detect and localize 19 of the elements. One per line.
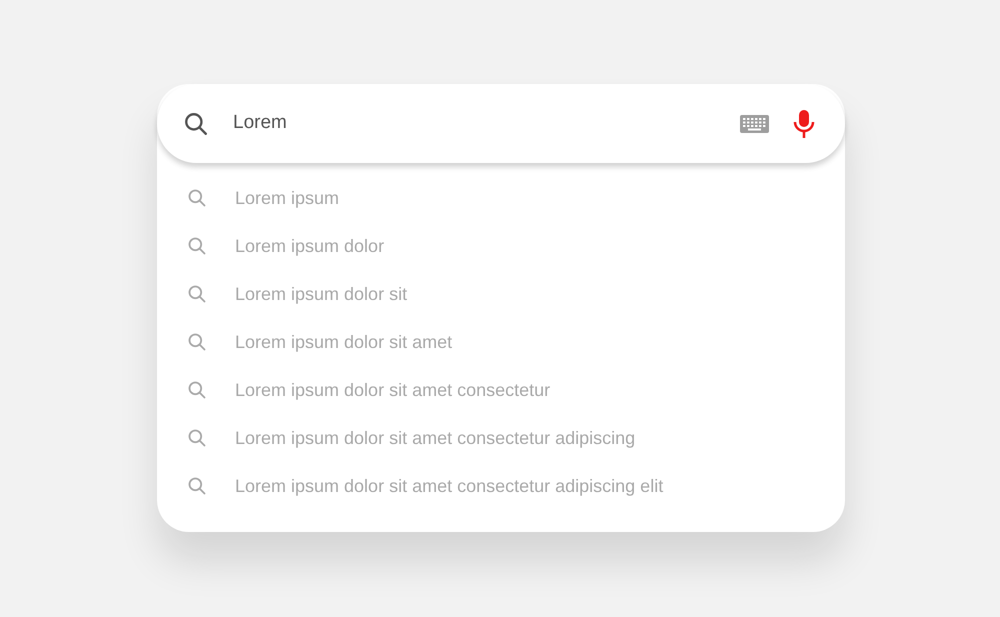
search-icon [187,380,207,400]
suggestion-item[interactable]: Lorem ipsum dolor sit amet consectetur adipiscing elit [157,462,845,510]
keyboard-icon[interactable] [740,114,769,132]
suggestion-item[interactable]: Lorem ipsum dolor sit amet [157,318,845,366]
search-icon [187,476,207,496]
suggestion-item[interactable]: Lorem ipsum dolor sit [157,270,845,318]
microphone-icon[interactable] [793,108,815,138]
search-bar[interactable]: Lorem [157,84,845,163]
search-icon [187,428,207,448]
suggestion-item[interactable]: Lorem ipsum dolor [157,222,845,270]
search-input[interactable]: Lorem [233,109,716,138]
suggestion-item[interactable]: Lorem ipsum dolor sit amet consectetur adipiscing [157,414,845,462]
search-icon [187,284,207,304]
suggestion-item[interactable]: Lorem ipsum dolor sit amet consectetur [157,366,845,414]
search-icon [187,188,207,208]
suggestion-item[interactable]: Lorem ipsum [157,174,845,222]
search-icon [187,236,207,256]
search-icon [183,110,209,136]
search-icon [187,332,207,352]
